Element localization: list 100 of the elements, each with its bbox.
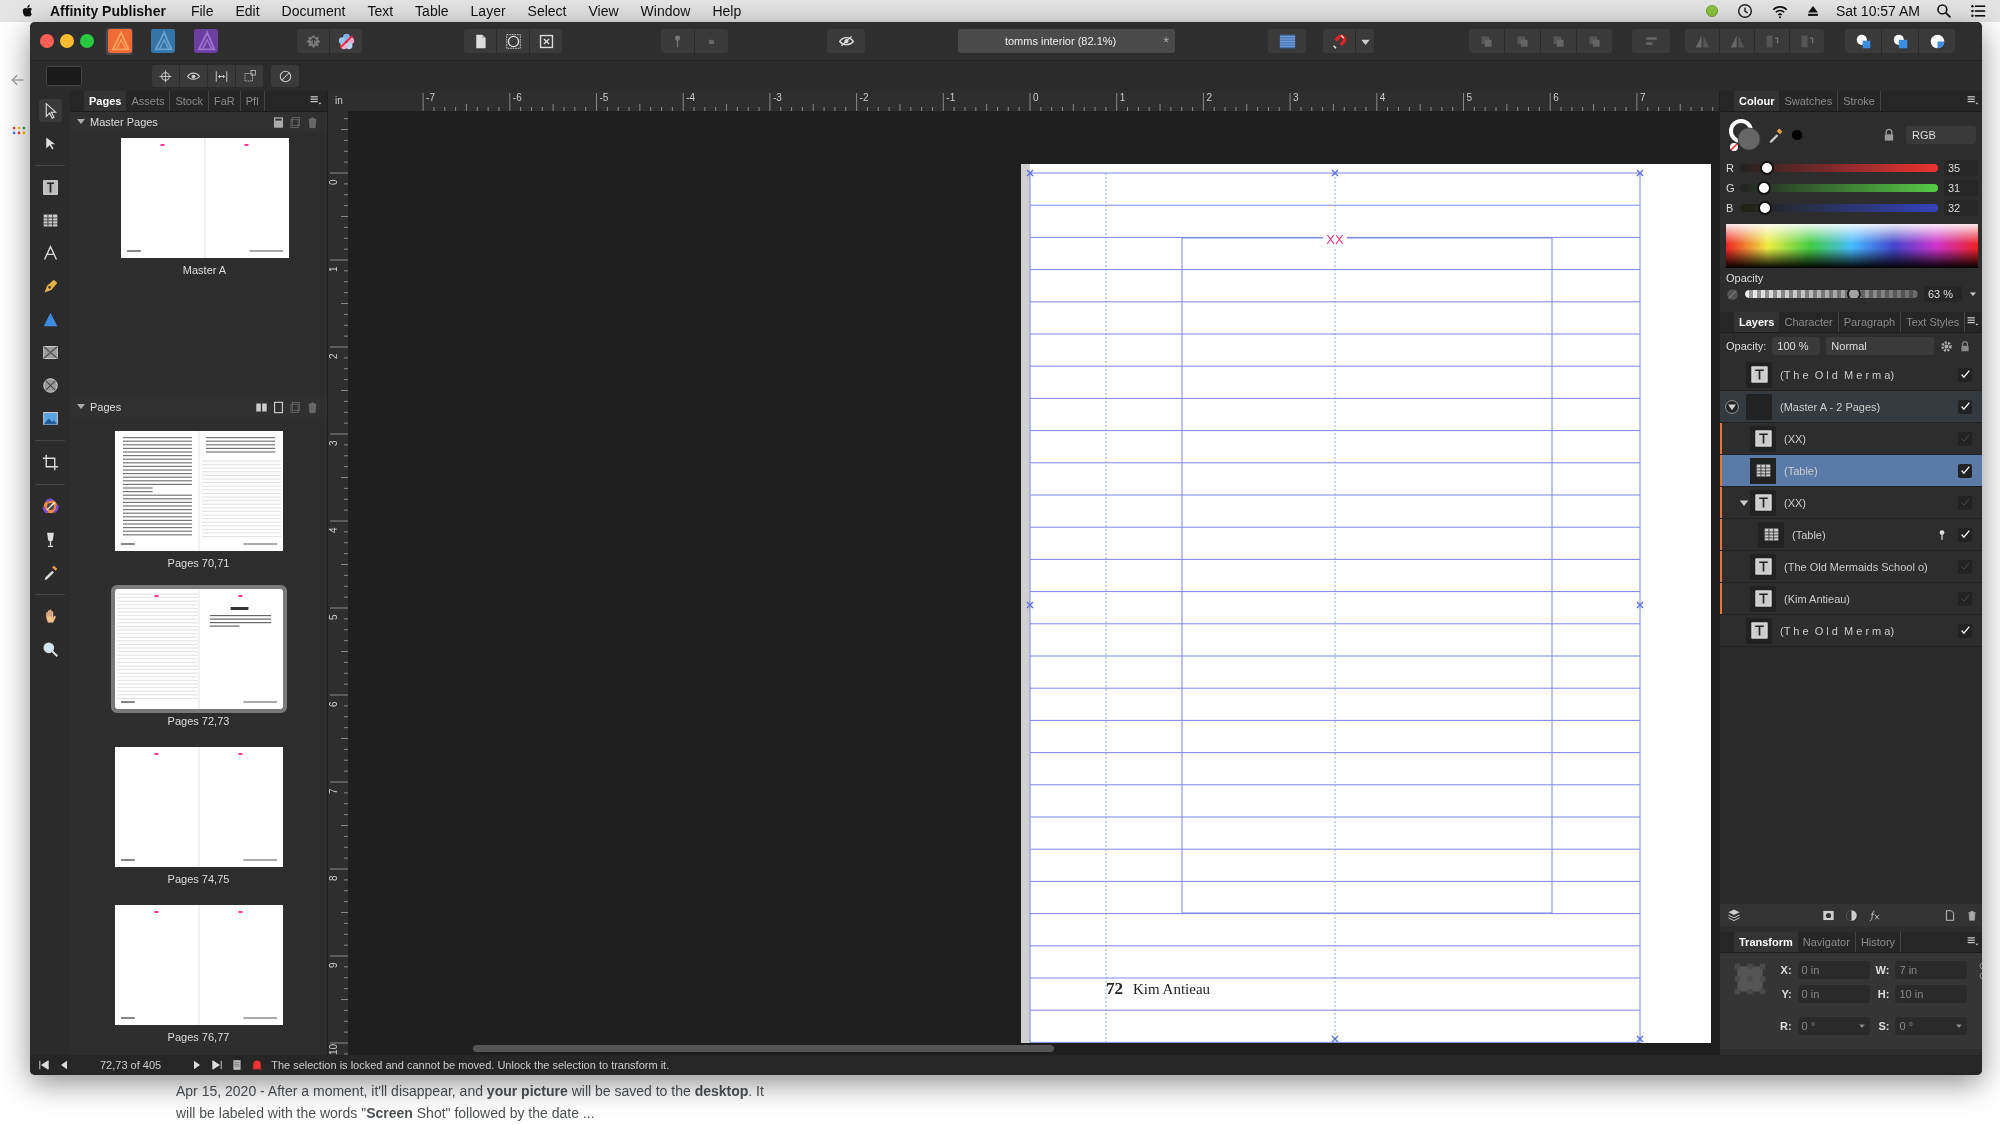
- calculator-icon[interactable]: [272, 115, 285, 129]
- list-icon[interactable]: [1968, 3, 1988, 19]
- trash-icon[interactable]: [306, 400, 319, 414]
- value-field[interactable]: 0 °: [1895, 1017, 1968, 1035]
- clock-history-icon[interactable]: [1735, 2, 1754, 20]
- opacity-value[interactable]: 63 %: [1924, 286, 1962, 302]
- visibility-checkbox[interactable]: [1958, 399, 1972, 414]
- app-menu[interactable]: Affinity Publisher: [36, 3, 180, 19]
- mask-icon[interactable]: [1822, 908, 1835, 922]
- minimize-button[interactable]: [60, 34, 74, 48]
- colour-spectrum[interactable]: [1726, 224, 1978, 268]
- panel-tab[interactable]: Paragraph: [1838, 312, 1902, 332]
- colour-swatch-icon[interactable]: [1790, 128, 1804, 142]
- search-icon[interactable]: [1936, 3, 1952, 19]
- panel-tab[interactable]: FaR: [208, 91, 241, 111]
- panel-tab[interactable]: Stock: [170, 91, 209, 111]
- panel-tab[interactable]: Character: [1779, 312, 1839, 332]
- lines-icon[interactable]: [1278, 32, 1296, 50]
- menu-item[interactable]: View: [577, 3, 630, 19]
- opacity-dropdown[interactable]: 100 %: [1772, 337, 1821, 355]
- circle-frame-icon[interactable]: [504, 32, 522, 50]
- transform-origin-icon[interactable]: [242, 68, 257, 84]
- panel-menu-icon[interactable]: [1966, 936, 1980, 948]
- panel-tab[interactable]: Transform: [1734, 932, 1798, 952]
- visibility-checkbox[interactable]: [1958, 623, 1972, 638]
- snapping-icon[interactable]: [277, 68, 293, 84]
- first-page-icon[interactable]: [38, 1059, 50, 1071]
- channel-slider[interactable]: [1740, 184, 1938, 192]
- panel-tab[interactable]: Swatches: [1779, 91, 1839, 111]
- layer-row[interactable]: (T h e O l d M e r m a): [1720, 359, 1982, 391]
- vertical-ruler[interactable]: 0 1 2 3 4 5 6 7 8 9 10: [328, 111, 348, 1056]
- thumbnail-label[interactable]: Pages 74,75: [167, 873, 230, 885]
- fill-swatch[interactable]: [46, 66, 82, 86]
- panel-tab[interactable]: Pfl: [240, 91, 265, 111]
- image-icon[interactable]: [41, 410, 59, 427]
- value-field[interactable]: 0 °: [1797, 1017, 1870, 1035]
- slider-thumb[interactable]: [1757, 181, 1772, 195]
- panel-menu-icon[interactable]: [1966, 316, 1980, 328]
- magnet-icon[interactable]: [1330, 32, 1348, 50]
- visibility-checkbox[interactable]: [1958, 431, 1972, 446]
- add-page-icon[interactable]: [1944, 908, 1956, 922]
- menu-item[interactable]: Help: [701, 3, 753, 19]
- caret-icon[interactable]: [1857, 1022, 1866, 1030]
- panel-menu-icon[interactable]: [309, 95, 323, 107]
- alert-icon[interactable]: [251, 1059, 264, 1071]
- menu-item[interactable]: Layer: [459, 3, 517, 19]
- colour-model-dropdown[interactable]: RGB: [1906, 126, 1976, 144]
- menu-item[interactable]: File: [179, 3, 225, 19]
- circle-square-icon[interactable]: [1891, 32, 1909, 50]
- page-thumbnail[interactable]: [114, 747, 283, 867]
- status-dot-icon[interactable]: [1703, 3, 1720, 19]
- picture-frame-icon[interactable]: [41, 344, 59, 361]
- settings-icon[interactable]: [1940, 339, 1954, 353]
- lock-icon[interactable]: [1959, 339, 1972, 353]
- visibility-checkbox[interactable]: [1958, 495, 1972, 510]
- slider-thumb[interactable]: [1847, 287, 1861, 301]
- badge-icon[interactable]: [304, 32, 322, 50]
- layers-icon[interactable]: [1726, 908, 1742, 922]
- layer-row[interactable]: (XX): [1720, 487, 1982, 519]
- menu-item[interactable]: Edit: [224, 3, 271, 19]
- expand-toggle-icon[interactable]: [1724, 398, 1740, 415]
- layer-row[interactable]: (The Old Mermaids School o): [1720, 551, 1982, 583]
- flower-icon[interactable]: [337, 32, 355, 50]
- last-page-icon[interactable]: [211, 1059, 224, 1071]
- panel-tab[interactable]: Stroke: [1838, 91, 1881, 111]
- distribute-icon[interactable]: [214, 68, 229, 84]
- circle-square-icon[interactable]: [1854, 32, 1872, 50]
- opacity-slider[interactable]: [1745, 290, 1918, 298]
- layer-row[interactable]: (XX): [1720, 423, 1982, 455]
- scrollbar-thumb[interactable]: [473, 1045, 1054, 1052]
- layer-row[interactable]: (Master A - 2 Pages): [1720, 391, 1982, 423]
- channel-value[interactable]: 35: [1944, 160, 1978, 176]
- close-button[interactable]: [40, 34, 54, 48]
- no-colour-icon[interactable]: [1726, 287, 1739, 301]
- layer-row[interactable]: (T h e O l d M e r m a): [1720, 615, 1982, 647]
- menubar-clock[interactable]: Sat 10:57 AM: [1835, 3, 1920, 19]
- layer-row[interactable]: (Table): [1720, 519, 1982, 551]
- triangle-icon[interactable]: [41, 311, 59, 328]
- page-icon[interactable]: [272, 400, 285, 414]
- thumbnail-label[interactable]: Pages 72,73: [167, 715, 230, 727]
- menu-item[interactable]: Window: [629, 3, 702, 19]
- menu-item[interactable]: Table: [404, 3, 460, 19]
- artistic-text-icon[interactable]: [41, 245, 59, 262]
- thumbnail-label[interactable]: Master A: [182, 264, 227, 276]
- panel-tab[interactable]: Text Styles: [1901, 312, 1966, 332]
- visibility-checkbox[interactable]: [1958, 463, 1972, 478]
- value-field[interactable]: 7 in: [1895, 961, 1968, 979]
- layer-row[interactable]: (Kim Antieau): [1720, 583, 1982, 615]
- panel-tab[interactable]: Layers: [1734, 312, 1780, 332]
- caret-icon[interactable]: [1955, 1022, 1964, 1030]
- fill-stroke-icon[interactable]: [1728, 118, 1762, 152]
- adjustment-icon[interactable]: [1845, 908, 1858, 922]
- blend-mode-dropdown[interactable]: Normal: [1826, 337, 1935, 355]
- cross-box-icon[interactable]: [537, 32, 555, 50]
- colour-picker-icon[interactable]: [41, 498, 59, 515]
- value-field[interactable]: 0 in: [1797, 961, 1870, 979]
- page-thumbnail[interactable]: [120, 138, 289, 258]
- table-icon[interactable]: [41, 212, 59, 229]
- trash-icon[interactable]: [306, 115, 319, 129]
- zoom-icon[interactable]: [41, 641, 59, 658]
